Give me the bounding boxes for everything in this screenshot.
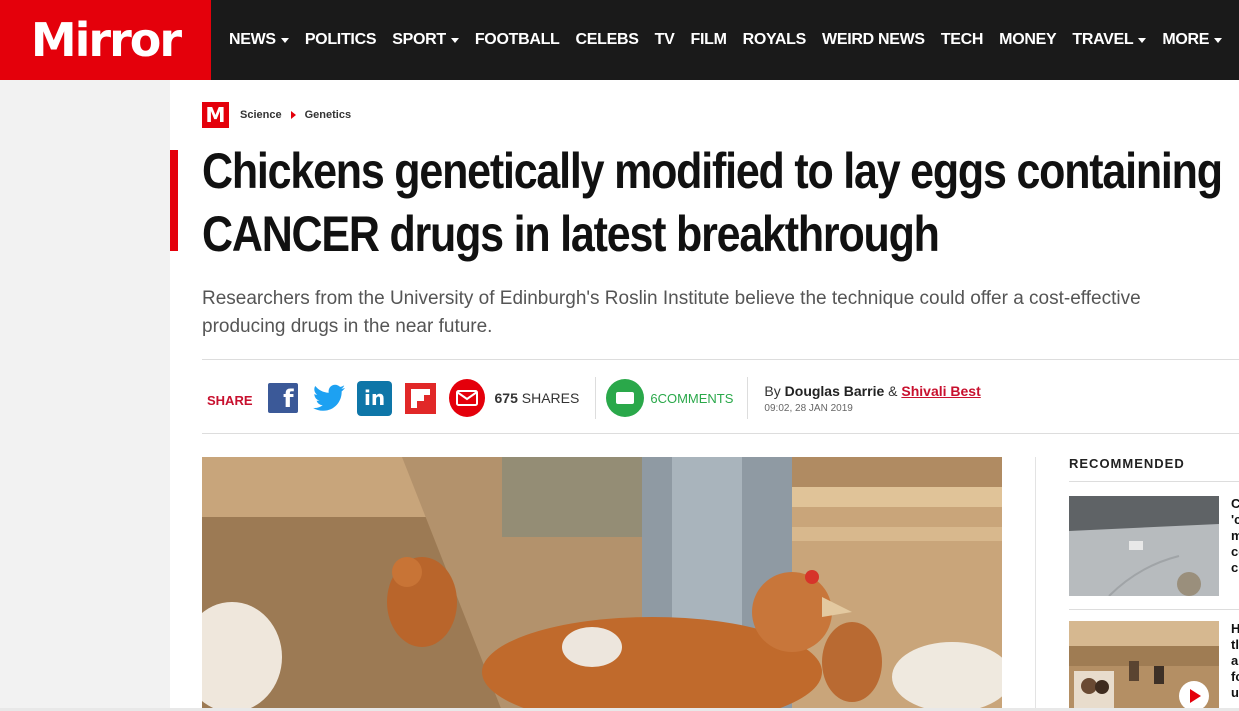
nav-item-football[interactable]: FOOTBALL — [475, 31, 560, 49]
recommended-rule — [1069, 481, 1239, 482]
byline-authors: By Douglas Barrie & Shivali Best — [764, 383, 980, 399]
mirror-m-badge[interactable]: M — [202, 102, 229, 128]
chevron-down-icon — [1138, 37, 1147, 43]
nav-item-weird-news[interactable]: WEIRD NEWS — [822, 31, 925, 49]
nav-item-label: TECH — [940, 31, 984, 48]
share-count: 675 SHARES — [495, 390, 580, 406]
nav-item-sport[interactable]: SPORT — [392, 31, 459, 49]
divider-bottom — [202, 433, 1239, 434]
flipboard-share-button[interactable] — [403, 380, 439, 416]
nav-item-label: MONEY — [999, 31, 1057, 48]
nav-item-label: MORE — [1162, 31, 1210, 48]
recommended-rule-2 — [1069, 609, 1239, 610]
left-gutter — [0, 80, 170, 711]
article-standfirst: Researchers from the University of Edinb… — [202, 285, 1239, 341]
email-share-button[interactable] — [448, 379, 485, 417]
author-shivali-best[interactable]: Shivali Best — [901, 383, 980, 399]
nav-item-label: FILM — [690, 31, 727, 48]
comments-label: COMMENTS — [657, 390, 734, 406]
nav-item-travel[interactable]: TRAVEL — [1072, 31, 1147, 49]
breadcrumb-item-science[interactable]: Science — [240, 109, 282, 121]
nav-item-news[interactable]: NEWS — [229, 31, 289, 49]
linkedin-icon: in — [357, 380, 393, 416]
facebook-icon: f — [267, 383, 298, 413]
sidebar-divider — [1035, 457, 1036, 711]
byline-ampersand: & — [888, 382, 898, 399]
byline-prefix: By — [764, 382, 781, 399]
nav-item-film[interactable]: FILM — [691, 31, 727, 49]
headline-accent-bar — [170, 150, 178, 251]
nav-item-money[interactable]: MONEY — [999, 31, 1056, 49]
nav-item-label: TV — [654, 31, 675, 48]
recommended-item-1-thumbnail[interactable] — [1069, 496, 1219, 596]
mirror-logo[interactable]: Mirror — [0, 0, 211, 80]
twitter-share-button[interactable] — [311, 380, 347, 416]
standfirst-line-1: Researchers from the University of Edinb… — [202, 288, 1141, 309]
nav-item-tv[interactable]: TV — [655, 31, 675, 49]
nav-item-label: FOOTBALL — [474, 31, 560, 48]
flipboard-icon — [405, 382, 437, 414]
comments-button[interactable]: 6 COMMENTS — [606, 379, 733, 417]
headline-line-1: Chickens genetically modified to lay egg… — [202, 143, 1223, 199]
chevron-down-icon — [450, 37, 459, 43]
linkedin-share-button[interactable]: in — [357, 380, 393, 416]
nav-item-label: CELEBS — [575, 31, 639, 48]
nav-item-label: NEWS — [229, 31, 276, 48]
share-divider — [595, 377, 597, 419]
logo-text: Mirror — [30, 13, 182, 67]
facebook-share-button[interactable]: f — [265, 380, 301, 416]
nav-item-label: WEIRD NEWS — [822, 31, 925, 48]
standfirst-line-2: producing drugs in the near future. — [202, 316, 493, 337]
moon-rover-photo — [1069, 496, 1219, 596]
nav-item-royals[interactable]: ROYALS — [742, 31, 807, 49]
article-headline: Chickens genetically modified to lay egg… — [202, 140, 1223, 266]
chevron-down-icon — [280, 37, 289, 43]
nav-item-label: SPORT — [392, 31, 446, 48]
nav-item-label: ROYALS — [742, 31, 807, 48]
video-play-icon[interactable] — [1179, 681, 1209, 711]
share-label: SHARE — [207, 392, 253, 408]
share-bar: SHARE f in 675 SHARES 6 COMMENTS By Dougl… — [202, 377, 981, 419]
breadcrumb-separator-icon — [290, 111, 296, 119]
publish-timestamp: 09:02, 28 JAN 2019 — [764, 402, 853, 414]
hero-image-chickens — [202, 457, 1002, 711]
recommended-heading: RECOMMENDED — [1069, 456, 1185, 471]
breadcrumb: M Science Genetics — [202, 102, 351, 128]
comment-bubble-icon — [606, 379, 645, 417]
nav-item-label: TRAVEL — [1072, 31, 1134, 48]
chevron-down-icon — [1214, 37, 1223, 43]
nav-item-politics[interactable]: POLITICS — [304, 31, 377, 49]
email-icon — [448, 379, 485, 417]
chickens-photo — [202, 457, 1002, 711]
byline: By Douglas Barrie & Shivali Best 09:02, … — [764, 383, 980, 414]
author-douglas-barrie[interactable]: Douglas Barrie — [785, 383, 885, 399]
divider-top — [202, 359, 1239, 360]
nav-item-label: POLITICS — [304, 31, 377, 48]
headline-line-2: CANCER drugs in latest breakthrough — [202, 206, 940, 262]
share-count-suffix: SHARES — [521, 390, 580, 406]
twitter-icon — [312, 384, 345, 411]
nav-item-celebs[interactable]: CELEBS — [576, 31, 639, 49]
nav-item-more[interactable]: MORE — [1162, 31, 1223, 49]
share-count-number: 675 — [494, 390, 518, 406]
top-navigation-bar: Mirror NEWS POLITICS SPORT FOOTBALL CELEBS TV… — [0, 0, 1239, 80]
recommended-item-2-title[interactable]: H tl a fc u — [1231, 621, 1239, 701]
nav-item-tech[interactable]: TECH — [940, 31, 984, 49]
breadcrumb-item-genetics[interactable]: Genetics — [305, 109, 351, 121]
recommended-item-1-title[interactable]: C 'c m cc cl — [1231, 496, 1239, 576]
main-nav: NEWS POLITICS SPORT FOOTBALL CELEBS TV FILM ROY… — [229, 0, 1238, 80]
byline-divider — [747, 377, 749, 419]
comments-count: 6 — [650, 390, 658, 406]
